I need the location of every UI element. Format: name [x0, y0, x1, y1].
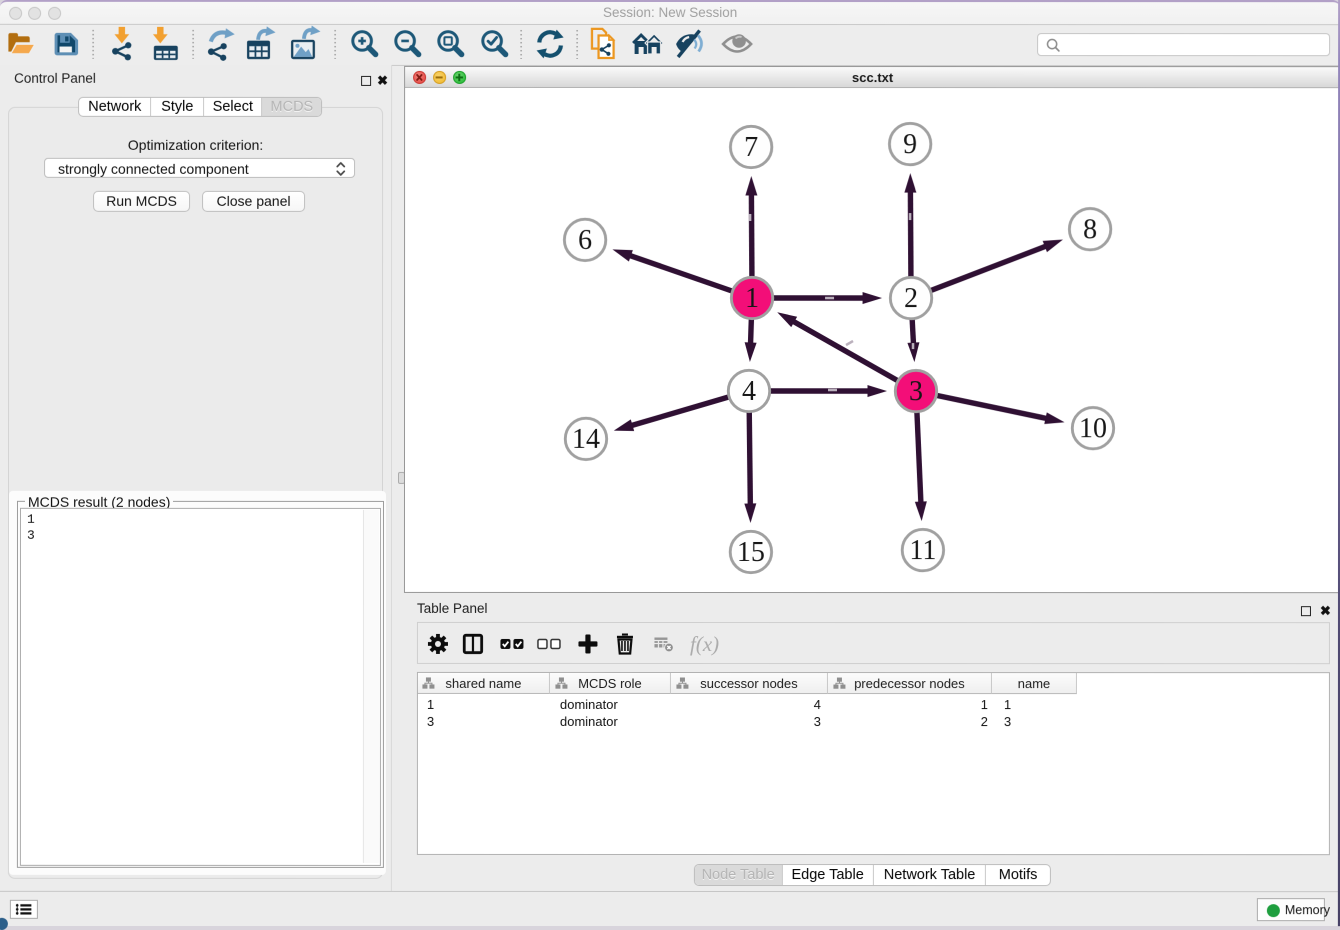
svg-text:15: 15: [737, 537, 765, 568]
svg-text:6: 6: [578, 225, 592, 256]
svg-text:9: 9: [903, 129, 917, 160]
svg-text:4: 4: [742, 376, 756, 407]
svg-text:10: 10: [1079, 413, 1107, 444]
svg-text:14: 14: [572, 424, 600, 455]
svg-text:1: 1: [745, 283, 759, 314]
svg-text:11: 11: [909, 535, 936, 566]
svg-text:3: 3: [909, 376, 923, 407]
svg-text:2: 2: [904, 283, 918, 314]
svg-text:f(x): f(x): [690, 632, 719, 656]
svg-text:8: 8: [1083, 214, 1097, 245]
svg-text:7: 7: [744, 132, 758, 163]
